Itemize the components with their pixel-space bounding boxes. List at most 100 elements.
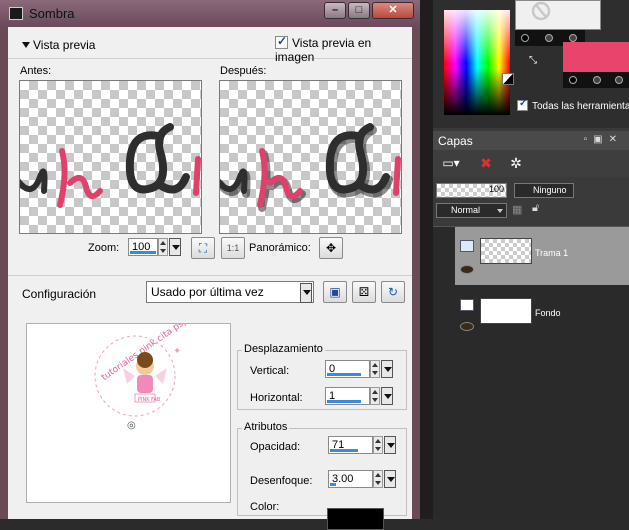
materials-panel: ⤡ Todas las herramientas [433,0,629,128]
desenfoque-dropdown[interactable] [384,470,396,488]
image-navigator[interactable]: tutoriales pink cita psp PINK FAB ✦ ◎ [26,316,231,503]
vertical-slider-bar[interactable] [327,373,361,376]
horizontal-spinner[interactable] [370,387,380,405]
color-label: Color: [250,501,280,513]
shadow-color-swatch[interactable] [327,508,384,530]
swap-colors-icon[interactable]: ⤡ [529,55,537,66]
checkbox-icon[interactable] [275,34,288,49]
vista-previa-imagen-checkbox[interactable]: Vista previa en imagen [275,34,412,64]
capas-toolbar: ▭▾ ✖ ✲ [433,150,629,177]
antes-script-art [20,123,201,208]
bg-gradient-icon[interactable] [569,76,577,84]
save-preset-icon[interactable]: ▣ [323,281,347,303]
opacidad-slider-bar[interactable] [330,449,358,452]
horizontal-dropdown[interactable] [381,387,393,405]
foreground-swatch[interactable] [515,0,601,30]
close-button[interactable]: ✕ [372,2,414,19]
mask-value: Ninguno [533,185,567,195]
no-style-icon [531,1,551,21]
despues-preview[interactable] [219,80,402,234]
watermark-badge: PINK FAB [138,397,161,403]
zoom-label: Zoom: [88,242,120,254]
vista-previa-toggle[interactable]: Vista previa [22,38,95,52]
layer-row-trama-1[interactable]: Trama 1 [455,227,629,285]
horizontal-input[interactable]: 1 [325,387,370,405]
desenfoque-label: Desenfoque: [250,475,313,487]
despues-label: Después: [220,65,267,77]
antes-preview[interactable] [19,80,202,234]
zoom-slider-bar[interactable] [130,251,156,254]
configuracion-label: Configuración [22,287,97,301]
opacidad-spinner[interactable] [373,436,383,454]
desenfoque-spinner[interactable] [373,470,383,488]
checkbox-icon[interactable] [517,98,528,111]
color-palette[interactable] [444,10,510,115]
configuracion-row: Configuración Usado por última vez ▣ ⚄ ↻ [8,275,412,307]
zoom-actual-button[interactable]: 1:1 [221,237,245,259]
capas-panel-title: Capas ▫▣✕ [433,131,629,150]
visibility-eye-icon[interactable] [460,322,474,331]
black-white-icon[interactable] [502,73,514,85]
link-icon[interactable]: ▦ [512,203,522,216]
vertical-dropdown[interactable] [381,360,393,378]
lock-icon[interactable]: 🔓︎ [532,202,539,215]
gradient-icon[interactable] [521,34,529,42]
vertical-spinner[interactable] [370,360,380,378]
panel-controls[interactable]: ▫▣✕ [584,134,623,145]
mask-select[interactable]: Ninguno [514,183,574,198]
capas-title: Capas [438,134,473,148]
raster-layer-icon [460,240,474,252]
blend-mode-select[interactable]: Normal [436,203,507,218]
configuracion-value: Usado por última vez [151,285,264,299]
minimize-button[interactable]: – [324,2,346,19]
configuracion-select[interactable]: Usado por última vez [146,281,314,303]
pan-button[interactable]: ✥ [319,237,343,259]
adjust-layer-icon[interactable]: ✲ [505,153,527,173]
zoom-row: Zoom: 100 ⛶ 1:1 Panorámico: ✥ [8,234,412,266]
horizontal-slider-bar[interactable] [327,400,361,403]
layer-opacity-input[interactable]: 100 [436,183,507,198]
title-bar[interactable]: Sombra – □ ✕ [0,0,420,27]
delete-layer-icon[interactable]: ✖ [475,153,497,173]
horizontal-label: Horizontal: [250,392,303,404]
bg-no-texture-icon[interactable] [615,76,623,84]
panoramico-label: Panorámico: [249,242,311,254]
antes-label: Antes: [20,65,52,77]
zoom-spinner[interactable] [158,238,168,256]
settings-area: tutoriales pink cita psp PINK FAB ✦ ◎ De… [8,315,412,530]
desenfoque-input[interactable]: 3.00 [328,470,373,488]
background-layer-icon [460,299,474,311]
texture-icon[interactable] [545,34,553,42]
bg-texture-icon[interactable] [593,76,601,84]
layer-opacity-value: 100 [488,184,504,194]
zoom-dropdown[interactable] [169,238,181,256]
svg-text:◎: ◎ [127,420,136,431]
vertical-label: Vertical: [250,365,290,377]
random-preset-icon[interactable]: ⚄ [352,281,376,303]
layer-thumbnail [480,238,532,264]
new-layer-icon[interactable]: ▭▾ [437,153,465,173]
visibility-eye-icon[interactable] [460,265,474,274]
vertical-input[interactable]: 0 [325,360,370,378]
layer-thumbnail [480,298,532,324]
reset-preset-icon[interactable]: ↻ [381,281,405,303]
zoom-input[interactable]: 100 [128,238,158,256]
zoom-fit-button[interactable]: ⛶ [191,237,215,259]
svg-text:✦: ✦ [173,346,181,357]
maximize-button[interactable]: □ [348,2,370,19]
despues-script-art [220,123,401,212]
desplazamiento-group: Desplazamiento Vertical: 0 Horizontal: 1 [237,343,407,410]
watermark-logo: tutoriales pink cita psp PINK FAB ✦ ◎ [94,316,190,431]
opacidad-dropdown[interactable] [384,436,396,454]
desenfoque-slider-bar[interactable] [330,483,336,486]
configuracion-dropdown[interactable] [300,283,312,303]
layer-name: Fondo [535,308,561,318]
background-swatch[interactable] [563,42,629,72]
tool-strip [420,0,433,519]
layer-row-fondo[interactable]: Fondo [455,287,629,345]
desplazamiento-title: Desplazamiento [242,343,325,355]
no-texture-icon[interactable] [569,34,577,42]
opacidad-input[interactable]: 71 [328,436,373,454]
background-options [563,72,629,88]
todas-herramientas-checkbox[interactable]: Todas las herramientas [517,98,629,112]
